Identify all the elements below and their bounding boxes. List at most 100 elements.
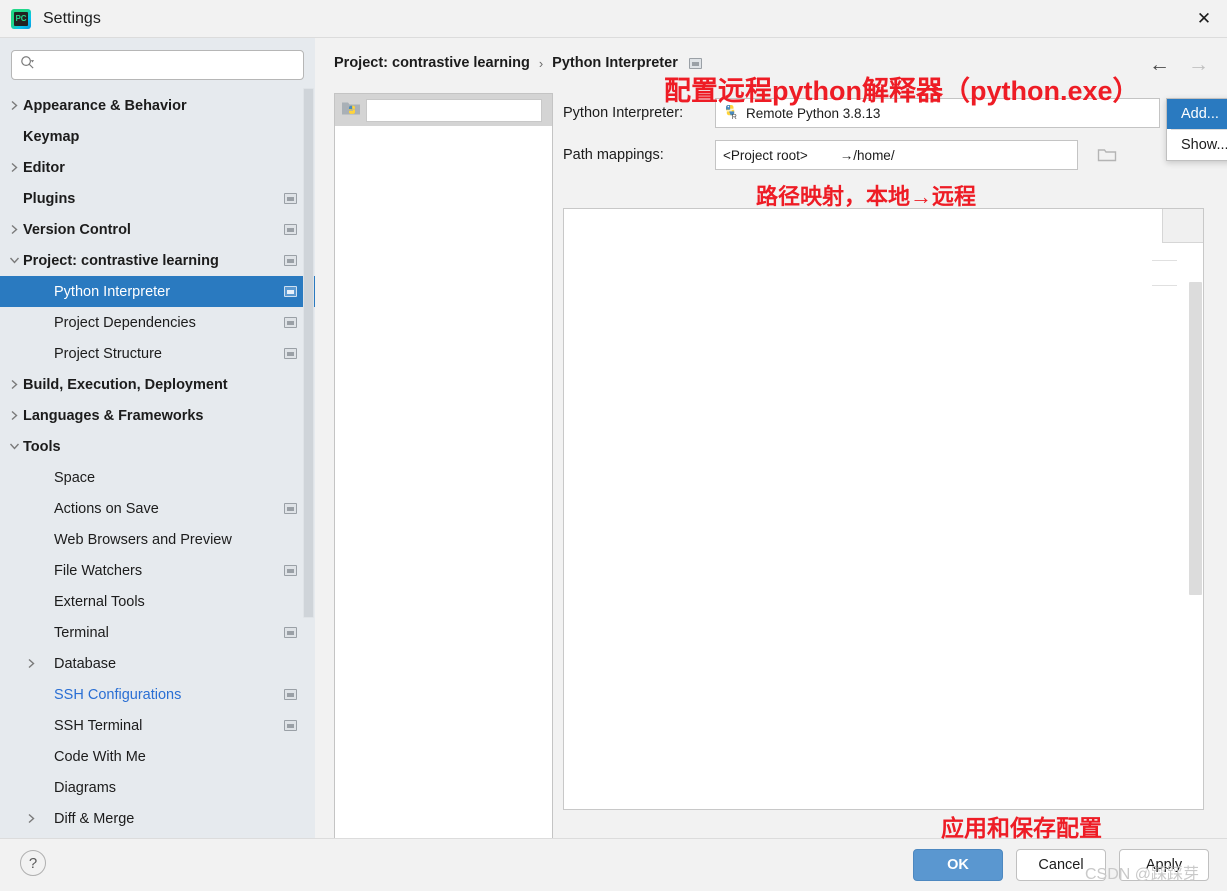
sidebar-item-label: SSH Terminal xyxy=(54,717,143,734)
settings-sidebar: Appearance & Behavior Keymap Editor Plugins… xyxy=(0,38,315,838)
sidebar-item-database[interactable]: Database xyxy=(0,648,315,679)
chevron-right-icon[interactable] xyxy=(5,224,23,235)
dialog-buttons: OK Cancel Apply xyxy=(913,849,1209,881)
sidebar-item-terminal[interactable]: Terminal xyxy=(0,617,315,648)
menu-item-add[interactable]: Add... xyxy=(1167,99,1227,129)
sidebar-item-python-interpreter[interactable]: Python Interpreter xyxy=(0,276,315,307)
breadcrumb-current: Python Interpreter xyxy=(552,55,678,71)
cancel-button[interactable]: Cancel xyxy=(1016,849,1106,881)
path-mappings-row: Path mappings: <Project root> →/home/ xyxy=(563,140,1213,170)
sidebar-item-label: Space xyxy=(54,469,96,486)
sidebar-item-label: Project Structure xyxy=(54,345,162,362)
sidebar-item-label: Terminal xyxy=(54,624,109,641)
pycharm-icon xyxy=(11,8,31,29)
breadcrumb-root[interactable]: Project: contrastive learning xyxy=(334,55,530,71)
module-badge-icon xyxy=(284,627,297,638)
sidebar-item-label: Keymap xyxy=(23,128,80,145)
environment-panel xyxy=(334,93,553,850)
interpreter-value: Remote Python 3.8.13 xyxy=(746,105,881,121)
module-badge-icon xyxy=(284,317,297,328)
environment-filter-field[interactable] xyxy=(366,98,542,122)
search-input[interactable] xyxy=(35,52,303,78)
sidebar-item-project-dependencies[interactable]: Project Dependencies xyxy=(0,307,315,338)
module-badge-icon xyxy=(688,57,702,69)
sidebar-item-ssh-configurations[interactable]: SSH Configurations xyxy=(0,679,315,710)
interpreter-dropdown-menu: Add... Show... xyxy=(1166,98,1227,161)
sidebar-item-project-contrastive-learning[interactable]: Project: contrastive learning xyxy=(0,245,315,276)
sidebar-item-project-structure[interactable]: Project Structure xyxy=(0,338,315,369)
module-badge-icon xyxy=(284,503,297,514)
apply-button[interactable]: Apply xyxy=(1119,849,1209,881)
svg-text:R: R xyxy=(732,114,737,120)
module-badge-icon xyxy=(284,348,297,359)
sidebar-item-tools[interactable]: Tools xyxy=(0,431,315,462)
ok-button[interactable]: OK xyxy=(913,849,1003,881)
sidebar-item-external-tools[interactable]: External Tools xyxy=(0,586,315,617)
packages-table[interactable] xyxy=(563,208,1204,810)
chevron-right-icon[interactable] xyxy=(22,813,40,824)
window-title: Settings xyxy=(43,9,101,27)
help-icon[interactable]: ? xyxy=(20,850,46,876)
sidebar-item-keymap[interactable]: Keymap xyxy=(0,121,315,152)
sidebar-scrollbar[interactable] xyxy=(303,88,314,618)
sidebar-item-ssh-terminal[interactable]: SSH Terminal xyxy=(0,710,315,741)
module-badge-icon xyxy=(284,286,297,297)
settings-tree: Appearance & Behavior Keymap Editor Plugins… xyxy=(0,88,315,834)
arrow-right-icon[interactable]: → xyxy=(1188,54,1209,75)
sidebar-item-actions-on-save[interactable]: Actions on Save xyxy=(0,493,315,524)
remote-python-icon: R xyxy=(723,103,746,123)
chevron-right-icon[interactable] xyxy=(5,162,23,173)
chevron-right-icon[interactable] xyxy=(5,100,23,111)
menu-item-show[interactable]: Show... xyxy=(1167,130,1227,160)
sidebar-item-diff-merge[interactable]: Diff & Merge xyxy=(0,803,315,834)
chevron-right-icon[interactable] xyxy=(22,658,40,669)
chevron-right-icon[interactable] xyxy=(5,410,23,421)
main-panel: Project: contrastive learning › Python I… xyxy=(315,38,1227,850)
sidebar-item-label: Tools xyxy=(23,438,61,455)
dialog-footer: ? OK Cancel Apply xyxy=(0,838,1227,891)
path-mappings-remote: →/home/ xyxy=(839,147,895,163)
sidebar-item-web-browsers-and-preview[interactable]: Web Browsers and Preview xyxy=(0,524,315,555)
sidebar-item-label: Build, Execution, Deployment xyxy=(23,376,228,393)
breadcrumb: Project: contrastive learning › Python I… xyxy=(334,55,702,71)
title-bar: Settings ✕ xyxy=(0,0,1227,38)
sidebar-item-build-execution-deployment[interactable]: Build, Execution, Deployment xyxy=(0,369,315,400)
sidebar-item-label: Database xyxy=(54,655,117,672)
close-icon[interactable]: ✕ xyxy=(1181,0,1227,37)
python-folder-icon xyxy=(341,99,361,122)
chevron-down-icon[interactable] xyxy=(5,442,23,451)
packages-scrollbar[interactable] xyxy=(1189,282,1202,595)
sidebar-item-label: Languages & Frameworks xyxy=(23,407,204,424)
packages-table-divider xyxy=(1152,285,1177,286)
sidebar-item-label: Editor xyxy=(23,159,65,176)
sidebar-item-file-watchers[interactable]: File Watchers xyxy=(0,555,315,586)
module-badge-icon xyxy=(284,193,297,204)
module-badge-icon xyxy=(284,224,297,235)
sidebar-item-diagrams[interactable]: Diagrams xyxy=(0,772,315,803)
sidebar-item-code-with-me[interactable]: Code With Me xyxy=(0,741,315,772)
chevron-right-icon[interactable] xyxy=(5,379,23,390)
sidebar-item-plugins[interactable]: Plugins xyxy=(0,183,315,214)
search-box[interactable] xyxy=(11,50,304,80)
packages-table-divider xyxy=(1152,260,1177,261)
sidebar-item-label: Actions on Save xyxy=(54,500,159,517)
module-badge-icon xyxy=(284,255,297,266)
chevron-down-icon[interactable] xyxy=(5,256,23,265)
sidebar-item-label: Appearance & Behavior xyxy=(23,97,187,114)
environment-list[interactable] xyxy=(335,126,552,849)
sidebar-item-languages-frameworks[interactable]: Languages & Frameworks xyxy=(0,400,315,431)
sidebar-item-label: Diagrams xyxy=(54,779,117,796)
breadcrumb-separator: › xyxy=(538,55,544,71)
sidebar-item-space[interactable]: Space xyxy=(0,462,315,493)
sidebar-item-editor[interactable]: Editor xyxy=(0,152,315,183)
sidebar-item-label: File Watchers xyxy=(54,562,143,579)
folder-icon[interactable] xyxy=(1092,142,1122,168)
sidebar-item-version-control[interactable]: Version Control xyxy=(0,214,315,245)
navigation-arrows: ← → xyxy=(1149,54,1209,75)
path-mappings-field[interactable]: <Project root> →/home/ xyxy=(715,140,1078,170)
interpreter-combobox[interactable]: R Remote Python 3.8.13 xyxy=(715,98,1160,128)
sidebar-item-appearance-behavior[interactable]: Appearance & Behavior xyxy=(0,90,315,121)
sidebar-item-label: Project: contrastive learning xyxy=(23,252,219,269)
sidebar-item-label: Project Dependencies xyxy=(54,314,196,331)
arrow-left-icon[interactable]: ← xyxy=(1149,54,1170,75)
